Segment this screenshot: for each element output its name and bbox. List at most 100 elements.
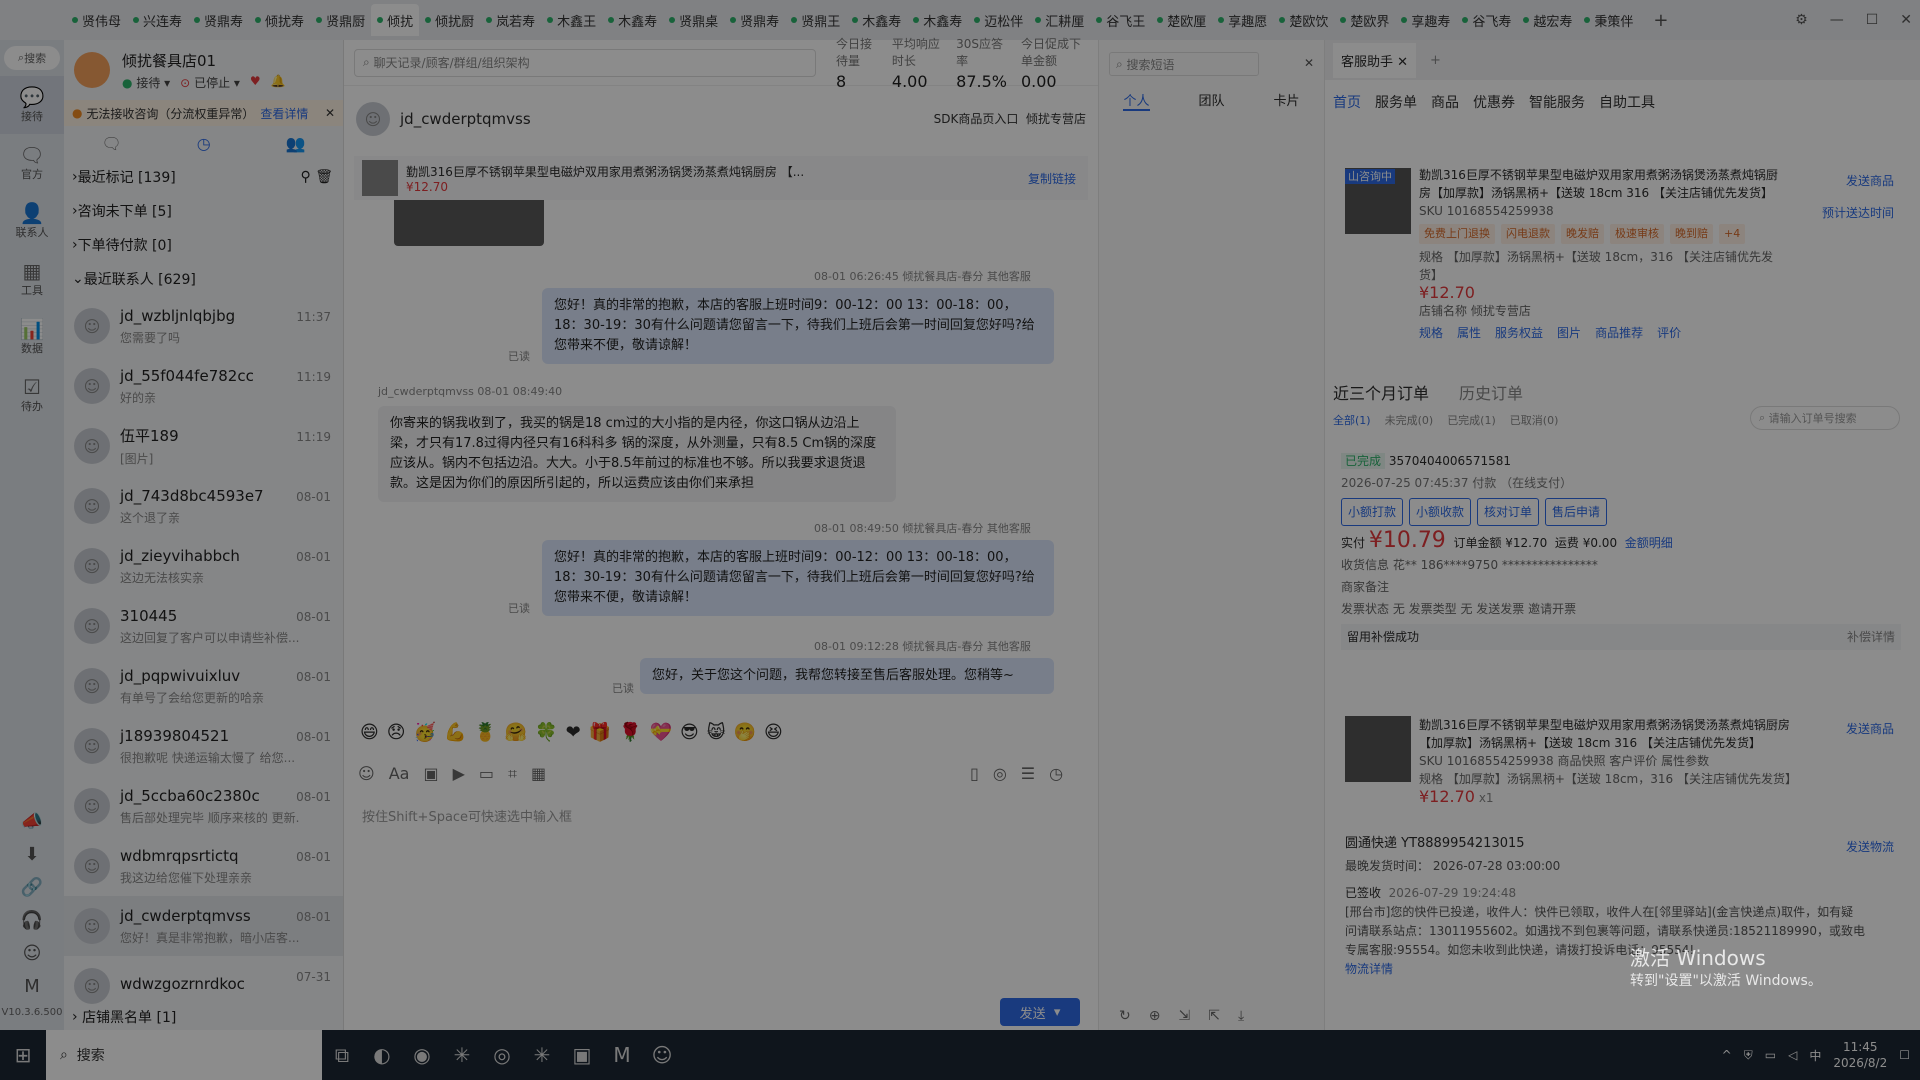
product-title[interactable]: 勤凯316巨厚不锈钢苹果型电磁炉双用家用煮粥汤锅煲汤蒸煮炖锅厨房 【... xyxy=(406,163,804,180)
assistant-tab-item[interactable]: 首页 xyxy=(1333,92,1361,112)
emoji-picker-icon[interactable]: ☺ xyxy=(358,764,375,784)
app-icon[interactable]: ✳ xyxy=(522,1035,562,1075)
wechat-icon[interactable]: ◉ xyxy=(402,1035,442,1075)
rail-item[interactable]: ☑ 待办 xyxy=(0,366,64,424)
contact-group[interactable]: › 最近标记 [139] ⚲ 🗑 xyxy=(64,160,343,194)
emoji-icon[interactable]: 😄 xyxy=(360,722,379,743)
refresh-icon[interactable]: ↻ xyxy=(1119,1008,1131,1024)
shop-tab[interactable]: 楚欧饮 xyxy=(1273,4,1334,36)
shop-tab[interactable]: 贤鼎桌 xyxy=(663,4,724,36)
contact-row[interactable]: ☺ 310445 这边回复了客户可以申请些补偿... 08-01 xyxy=(64,596,343,656)
shop-tab[interactable]: 享趣愿 xyxy=(1212,4,1273,36)
ime-icon[interactable]: 中 xyxy=(1809,1047,1821,1064)
shop-tab[interactable]: 倾扰 xyxy=(371,4,420,36)
emoji-icon[interactable]: 😆 xyxy=(764,722,783,743)
copy-link[interactable]: 复制链接 xyxy=(1028,170,1076,187)
order-action-button[interactable]: 小额收款 xyxy=(1409,498,1472,526)
order-search-input[interactable]: ⌕ 请输入订单号搜索 xyxy=(1750,406,1900,430)
contact-group[interactable]: › 咨询未下单 [5] xyxy=(64,194,343,228)
assistant-tab-item[interactable]: 优惠券 xyxy=(1473,92,1515,112)
rail-item[interactable]: 🗨 官方 xyxy=(0,134,64,192)
shop-tab[interactable]: 倾扰厨 xyxy=(419,4,480,36)
product-link[interactable]: 服务权益 xyxy=(1495,324,1543,342)
quick-tab[interactable]: 个人 xyxy=(1123,90,1150,111)
bell-icon[interactable]: 🔔 xyxy=(271,74,286,91)
camera-icon[interactable]: ◎ xyxy=(993,764,1007,783)
emoji-icon[interactable]: 🤭 xyxy=(734,722,756,743)
contact-row[interactable]: ☺ jd_cwderptqmvss 您好！真是非常抱歉，暗小店客... 08-01 xyxy=(64,896,343,956)
order-filter[interactable]: 全部(1) xyxy=(1333,412,1371,428)
blacklist-group[interactable]: › 店铺黑名单 [1] xyxy=(64,1000,176,1034)
app-icon[interactable]: ✳ xyxy=(442,1035,482,1075)
add-tab-icon[interactable]: + xyxy=(1653,10,1668,31)
rail-item[interactable]: 📊 数据 xyxy=(0,308,64,366)
download-icon[interactable]: ⤓ xyxy=(1238,1008,1244,1024)
notification-icon[interactable]: ☐ xyxy=(1899,1048,1910,1062)
eta-link[interactable]: 预计送达时间 xyxy=(1822,204,1894,221)
app-icon[interactable]: M xyxy=(602,1035,642,1075)
chat-search-input[interactable]: ⌕ 聊天记录/顾客/群组/组织架构 xyxy=(354,48,816,77)
taskbar-search[interactable]: ⌕ 搜索 xyxy=(46,1030,322,1080)
emoji-icon[interactable]: 🌹 xyxy=(619,722,641,743)
rail-bottom-icon[interactable]: 🔗 xyxy=(21,877,43,898)
shop-tab[interactable]: 越宏寿 xyxy=(1517,4,1578,36)
order-item-title[interactable]: 勤凯316巨厚不锈钢苹果型电磁炉双用家用煮粥汤锅煲汤蒸煮炖锅厨房【加厚款】汤锅黑… xyxy=(1419,716,1799,752)
product-image[interactable]: 山咨询中 xyxy=(1345,168,1411,234)
warning-close-icon[interactable]: ✕ xyxy=(325,106,335,120)
order-action-button[interactable]: 小额打款 xyxy=(1341,498,1404,526)
product-link[interactable]: 商品推荐 xyxy=(1595,324,1643,342)
font-icon[interactable]: Aa xyxy=(389,764,410,784)
rail-item[interactable]: 💬 接待 xyxy=(0,76,64,134)
emoji-icon[interactable]: 😸 xyxy=(707,722,726,743)
contact-group[interactable]: ⌄ 最近联系人 [629] xyxy=(64,262,343,296)
shop-tab[interactable]: 木鑫寿 xyxy=(907,4,968,36)
product-link[interactable]: 评价 xyxy=(1657,324,1681,342)
shop-tab[interactable]: 汇耕厘 xyxy=(1029,4,1090,36)
filter-icon[interactable]: ⚲ 🗑 xyxy=(301,169,333,185)
quick-tab[interactable]: 卡片 xyxy=(1273,90,1299,111)
send-logistics-link[interactable]: 发送物流 xyxy=(1846,838,1894,855)
maximize-icon[interactable]: ☐ xyxy=(1866,12,1879,28)
shop-tab[interactable]: 贤伟母 xyxy=(66,4,127,36)
shield-icon[interactable]: ⛨ xyxy=(1744,1048,1753,1063)
contact-group[interactable]: › 下单待付款 [0] xyxy=(64,228,343,262)
contact-row[interactable]: ☺ jd_zieyvihabbch 这边无法核实亲 08-01 xyxy=(64,536,343,596)
reception-status[interactable]: ● 接待 ▾ xyxy=(122,74,170,91)
app-icon[interactable]: ▣ xyxy=(562,1035,602,1075)
clock[interactable]: 11:45 2026/8/2 xyxy=(1833,1039,1887,1071)
assistant-add-icon[interactable]: + xyxy=(1430,53,1441,68)
volume-icon[interactable]: ◁ xyxy=(1788,1048,1797,1062)
settings-icon[interactable]: ⚙ xyxy=(1795,12,1808,28)
folder-icon[interactable]: ▭ xyxy=(479,764,494,784)
edge-icon[interactable]: ◐ xyxy=(362,1035,402,1075)
contact-row[interactable]: ☺ jd_55f044fe782cc 好的亲 11:19 xyxy=(64,356,343,416)
emoji-icon[interactable]: 🥳 xyxy=(414,722,436,743)
note-icon[interactable]: ▯ xyxy=(970,764,979,783)
rail-search-button[interactable]: ⌕ 搜索 xyxy=(4,46,60,70)
shop-tab[interactable]: 楚欧界 xyxy=(1334,4,1395,36)
shop-tab[interactable]: 木鑫王 xyxy=(541,4,602,36)
history-orders-tab[interactable]: 历史订单 xyxy=(1459,380,1523,404)
contact-row[interactable]: ☺ jd_5ccba60c2380c 售后部处理完毕 顺序来核的 更新... 08-0… xyxy=(64,776,343,836)
express-number[interactable]: 圆通快递 YT8889954213015 xyxy=(1345,834,1865,853)
send-order-product-link[interactable]: 发送商品 xyxy=(1846,720,1894,737)
emoji-icon[interactable]: 🍀 xyxy=(535,722,557,743)
shop-tab[interactable]: 谷飞寿 xyxy=(1456,4,1517,36)
add-icon[interactable]: ⊕ xyxy=(1149,1008,1161,1024)
send-product-link[interactable]: 发送商品 xyxy=(1846,172,1894,189)
shop-tab[interactable]: 兴连寿 xyxy=(127,4,188,36)
shop-tab[interactable]: 贤鼎王 xyxy=(785,4,846,36)
emoji-icon[interactable]: 😞 xyxy=(387,722,406,743)
retain-detail-link[interactable]: 补偿详情 xyxy=(1847,626,1895,648)
emoji-icon[interactable]: 🤗 xyxy=(505,722,527,743)
order-id[interactable]: 3570404006571581 xyxy=(1389,454,1511,468)
contact-row[interactable]: ☺ jd_pqpwivuixluv 有单号了会给您更新的哈亲 08-01 xyxy=(64,656,343,716)
shop-tab[interactable]: 秉策伴 xyxy=(1578,4,1639,36)
minimize-icon[interactable]: — xyxy=(1830,12,1844,28)
emoji-icon[interactable]: 🎁 xyxy=(589,722,611,743)
shop-tab[interactable]: 享趣寿 xyxy=(1395,4,1456,36)
sdk-link[interactable]: SDK商品页入口 xyxy=(934,112,1019,126)
assistant-tab[interactable]: 客服助手 ✕ xyxy=(1333,42,1417,78)
order-item-image[interactable] xyxy=(1345,716,1411,782)
contact-row[interactable]: ☺ j18939804521 很抱歉呢 快递运输太慢了 给您... 08-01 xyxy=(64,716,343,776)
